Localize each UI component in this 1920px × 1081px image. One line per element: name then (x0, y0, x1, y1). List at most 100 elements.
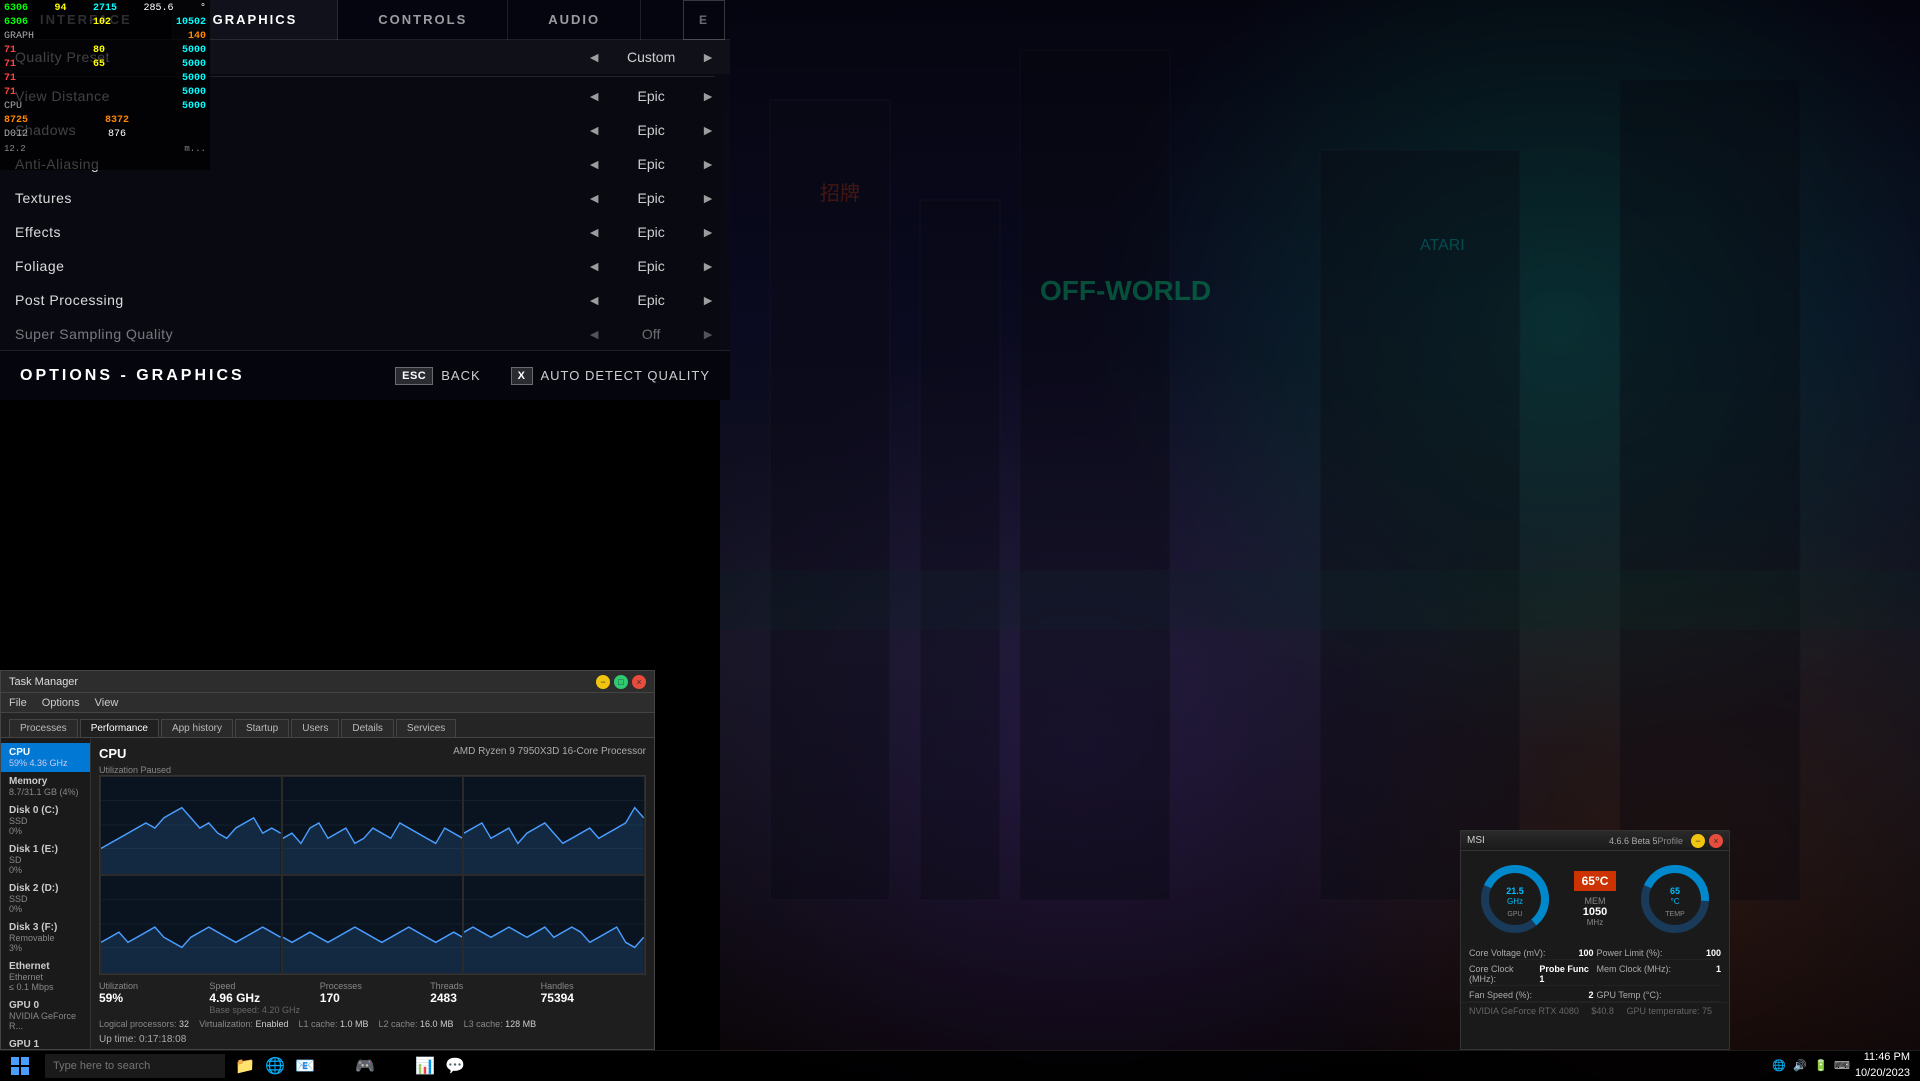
tm-sidebar-memory[interactable]: Memory 8.7/31.1 GB (4%) (1, 772, 90, 801)
super-sampling-quality-row[interactable]: Super Sampling Quality ◄ Off ► (0, 317, 730, 350)
foliage-arrow-right[interactable]: ► (701, 258, 715, 274)
hud-cpu2a: 71 (4, 44, 16, 58)
tray-keyboard-icon[interactable]: ⌨ (1834, 1058, 1850, 1074)
taskbar-icon-explorer[interactable]: 📁 (230, 1051, 260, 1081)
msi-gauge-area: 21.5 GHz GPU 65°C MEM 1050 MHz 65 °C TEM… (1461, 851, 1729, 947)
tm-sidebar-disk0[interactable]: Disk 0 (C:) SSD0% (1, 801, 90, 840)
tm-sidebar-disk2[interactable]: Disk 2 (D:) SSD0% (1, 879, 90, 918)
ss-quality-arrow-left[interactable]: ◄ (587, 326, 601, 342)
system-clock[interactable]: 11:46 PM 10/20/2023 (1855, 1050, 1910, 1081)
effects-value: Epic (611, 224, 691, 240)
msi-temp-display: 65°C (1574, 871, 1617, 891)
hud-suffix1: ° (200, 2, 206, 16)
svg-text:GHz: GHz (1507, 897, 1523, 906)
textures-arrow-right[interactable]: ► (701, 190, 715, 206)
effects-arrow-left[interactable]: ◄ (587, 224, 601, 240)
tm-tab-users[interactable]: Users (291, 719, 339, 737)
tray-battery-icon[interactable]: 🔋 (1813, 1058, 1829, 1074)
tm-sidebar-disk1[interactable]: Disk 1 (E:) SD0% (1, 840, 90, 879)
hud-val4: 10502 (176, 16, 206, 30)
post-processing-arrow-left[interactable]: ◄ (587, 292, 601, 308)
tm-view-menu[interactable]: View (95, 697, 119, 709)
taskbar-icon-mail[interactable]: 📧 (290, 1051, 320, 1081)
taskbar-icon-monitor[interactable]: 📊 (410, 1051, 440, 1081)
shadows-arrow-right[interactable]: ► (701, 122, 715, 138)
quality-preset-arrow-right[interactable]: ► (701, 49, 715, 65)
msi-version: 4.6.6 Beta 5 (1609, 836, 1658, 846)
msi-core-voltage: Core Voltage (mV): 100 (1469, 947, 1594, 960)
tm-tab-performance[interactable]: Performance (80, 719, 159, 737)
msi-temp-gauge: 65 °C TEMP (1635, 859, 1715, 939)
taskbar-icon-edge[interactable]: 🌐 (260, 1051, 290, 1081)
tm-body: CPU 59% 4.36 GHz Memory 8.7/31.1 GB (4%)… (1, 738, 654, 1049)
tm-sidebar-gpu1[interactable]: GPU 1 AMD Radeon(TM)...0% (48°C) (1, 1035, 90, 1049)
hud-small2: m... (184, 142, 206, 156)
effects-row[interactable]: Effects ◄ Epic ► (0, 215, 730, 249)
tm-handles-label: Handles (541, 981, 646, 991)
textures-value: Epic (611, 190, 691, 206)
tm-tab-processes[interactable]: Processes (9, 719, 78, 737)
svg-text:°C: °C (1671, 897, 1680, 906)
taskbar: 📁 🌐 📧 🗒 🎮 ⚙ 📊 💬 🛡 🌐 🔊 🔋 ⌨ 11:46 PM 10/20… (0, 1050, 1920, 1080)
tm-options-menu[interactable]: Options (42, 697, 80, 709)
taskbar-icon-discord[interactable]: 💬 (440, 1051, 470, 1081)
taskbar-icon-settings[interactable]: ⚙ (380, 1051, 410, 1081)
effects-arrow-right[interactable]: ► (701, 224, 715, 240)
tm-file-menu[interactable]: File (9, 697, 27, 709)
search-input[interactable] (45, 1054, 225, 1078)
hud-cpu1: 140 (188, 30, 206, 44)
tray-network-icon[interactable]: 🌐 (1771, 1058, 1787, 1074)
tm-title-text: Task Manager (9, 676, 592, 688)
post-processing-row[interactable]: Post Processing ◄ Epic ► (0, 283, 730, 317)
msi-gauge-svg-right: 65 °C TEMP (1635, 859, 1715, 939)
tm-chart-cell-2 (282, 776, 464, 875)
textures-arrow-left[interactable]: ◄ (587, 190, 601, 206)
tm-maximize-button[interactable]: □ (614, 675, 628, 689)
post-processing-value: Epic (611, 292, 691, 308)
anti-aliasing-arrow-right[interactable]: ► (701, 156, 715, 172)
anti-aliasing-arrow-left[interactable]: ◄ (587, 156, 601, 172)
post-processing-arrow-right[interactable]: ► (701, 292, 715, 308)
start-button[interactable] (0, 1051, 40, 1081)
foliage-row[interactable]: Foliage ◄ Epic ► (0, 249, 730, 283)
tm-sidebar-mem-sub: 8.7/31.1 GB (4%) (9, 787, 82, 797)
tm-sidebar-ethernet[interactable]: Ethernet Ethernet≤ 0.1 Mbps (1, 957, 90, 996)
tm-l1: L1 cache: 1.0 MB (298, 1019, 368, 1029)
tab-controls[interactable]: CONTROLS (338, 0, 508, 40)
task-manager: Task Manager − □ × File Options View Pro… (0, 670, 655, 1050)
shadows-value: Epic (611, 122, 691, 138)
msi-minimize-btn[interactable]: − (1691, 834, 1705, 848)
tm-tab-apphistory[interactable]: App history (161, 719, 233, 737)
quality-preset-arrow-left[interactable]: ◄ (587, 49, 601, 65)
tm-tab-details[interactable]: Details (341, 719, 394, 737)
shadows-arrow-left[interactable]: ◄ (587, 122, 601, 138)
tm-uptime: Up time: 0:17:18:08 (99, 1034, 186, 1045)
tm-eth-sub: Ethernet≤ 0.1 Mbps (9, 972, 82, 992)
back-button[interactable]: ESC BACK (395, 367, 481, 385)
tm-tab-services[interactable]: Services (396, 719, 456, 737)
tm-minimize-button[interactable]: − (596, 675, 610, 689)
tm-proc-label: Processes (320, 981, 425, 991)
view-distance-arrow-right[interactable]: ► (701, 88, 715, 104)
auto-detect-button[interactable]: X AUTO DETECT QUALITY (511, 367, 710, 385)
taskbar-icon-shield[interactable]: 🛡 (470, 1051, 500, 1081)
tm-tab-startup[interactable]: Startup (235, 719, 289, 737)
hud-overlay: 6306 94 2715 285.6 ° 6306 102 10502 GRAP… (0, 0, 210, 170)
tm-close-button[interactable]: × (632, 675, 646, 689)
svg-text:65: 65 (1670, 886, 1680, 896)
taskbar-tray: 🌐 🔊 🔋 ⌨ 11:46 PM 10/20/2023 (1761, 1050, 1920, 1081)
textures-row[interactable]: Textures ◄ Epic ► (0, 181, 730, 215)
tm-sidebar-gpu0[interactable]: GPU 0 NVIDIA GeForce R... (1, 996, 90, 1035)
tab-audio[interactable]: AUDIO (508, 0, 641, 40)
view-distance-arrow-left[interactable]: ◄ (587, 88, 601, 104)
msi-close-btn[interactable]: × (1709, 834, 1723, 848)
tm-sidebar-disk3[interactable]: Disk 3 (F:) Removable3% (1, 918, 90, 957)
taskbar-icon-game[interactable]: 🎮 (350, 1051, 380, 1081)
tm-disk3-sub: Removable3% (9, 933, 82, 953)
ss-quality-arrow-right[interactable]: ► (701, 326, 715, 342)
taskbar-icon-notepad[interactable]: 🗒 (320, 1051, 350, 1081)
tm-chart-svg-4 (101, 876, 281, 973)
tray-volume-icon[interactable]: 🔊 (1792, 1058, 1808, 1074)
foliage-arrow-left[interactable]: ◄ (587, 258, 601, 274)
tm-sidebar-cpu[interactable]: CPU 59% 4.36 GHz (1, 743, 90, 772)
